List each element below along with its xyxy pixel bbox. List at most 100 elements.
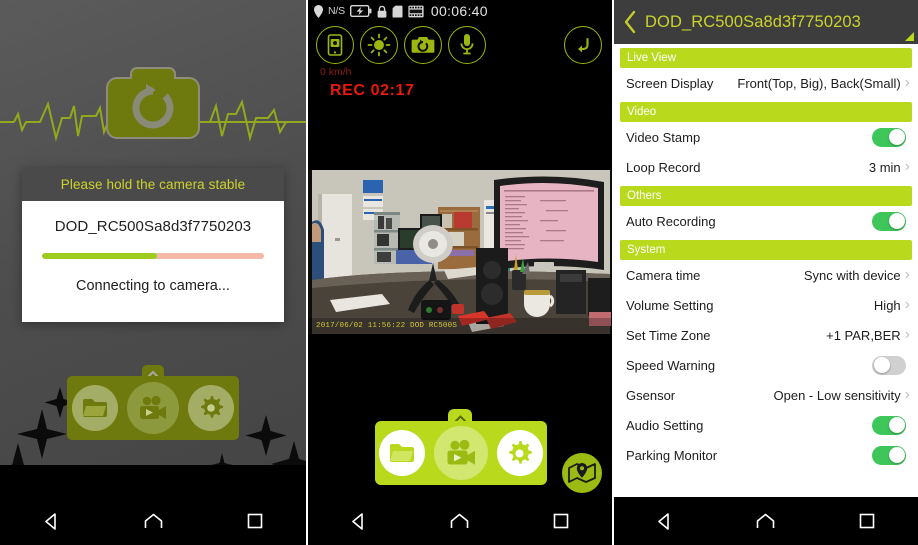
nav-back-button[interactable] bbox=[28, 497, 74, 545]
settings-list[interactable]: Live View Screen Display Front(Top, Big), … bbox=[614, 44, 918, 497]
settings-row-value: Front(Top, Big), Back(Small) bbox=[737, 75, 901, 91]
settings-row[interactable]: Speed Warning bbox=[614, 350, 918, 380]
settings-button[interactable] bbox=[188, 385, 235, 431]
settings-row-label: Parking Monitor bbox=[626, 447, 718, 463]
gps-map-button[interactable] bbox=[562, 453, 602, 493]
chevron-right-icon: › bbox=[904, 296, 910, 313]
brightness-button[interactable] bbox=[360, 26, 398, 64]
folder-icon bbox=[390, 444, 415, 462]
chevron-right-icon: › bbox=[904, 386, 910, 403]
settings-row-value: Open - Low sensitivity bbox=[773, 387, 901, 403]
video-timestamp-overlay: 2017/06/02 11:56:22 DOD RC500S bbox=[316, 322, 458, 330]
film-strip-icon bbox=[408, 5, 424, 17]
switch-camera-button[interactable] bbox=[404, 26, 442, 64]
settings-row[interactable]: Camera time Sync with device › bbox=[614, 260, 918, 290]
settings-button[interactable] bbox=[496, 430, 543, 476]
gps-status-label: N/S bbox=[328, 5, 345, 17]
settings-row[interactable]: Gsensor Open - Low sensitivity › bbox=[614, 380, 918, 410]
chevron-right-icon: › bbox=[904, 266, 910, 283]
lock-icon bbox=[377, 5, 387, 18]
settings-row[interactable]: Screen Display Front(Top, Big), Back(Smal… bbox=[614, 68, 918, 98]
video-preview[interactable]: 2017/06/02 11:56:22 DOD RC500S bbox=[308, 152, 612, 334]
settings-row-label: Loop Record bbox=[626, 159, 701, 175]
panel-connecting: Please hold the camera stable DOD_RC500S… bbox=[0, 0, 306, 545]
settings-toggle[interactable] bbox=[872, 127, 906, 147]
square-recents-icon bbox=[860, 513, 875, 529]
live-view-button[interactable] bbox=[433, 426, 488, 480]
android-navbar bbox=[0, 497, 306, 545]
toggle-knob bbox=[888, 129, 905, 145]
connecting-dialog: Please hold the camera stable DOD_RC500S… bbox=[22, 168, 284, 322]
triangle-back-icon bbox=[44, 512, 56, 530]
live-view-button[interactable] bbox=[126, 382, 179, 434]
save-to-phone-button[interactable] bbox=[316, 26, 354, 64]
settings-row[interactable]: Parking Monitor bbox=[614, 440, 918, 470]
settings-toggle[interactable] bbox=[872, 445, 906, 465]
toggle-knob bbox=[888, 447, 905, 463]
settings-toggle[interactable] bbox=[872, 415, 906, 435]
toggle-knob bbox=[873, 357, 890, 373]
connect-status-text: Connecting to camera... bbox=[76, 278, 230, 294]
nav-recents-button[interactable] bbox=[232, 497, 278, 545]
phone-snapshot-icon bbox=[327, 34, 343, 56]
camera-control-row bbox=[316, 26, 486, 64]
brightness-sun-icon bbox=[367, 33, 391, 57]
settings-row-label: Video Stamp bbox=[626, 129, 701, 145]
settings-section-header: Live View bbox=[620, 48, 912, 68]
home-icon bbox=[451, 513, 469, 528]
bottom-black-strip bbox=[0, 465, 306, 497]
dialog-body: DOD_RC500Sa8d3f7750203 Connecting to cam… bbox=[22, 201, 284, 322]
microphone-button[interactable] bbox=[448, 26, 486, 64]
settings-row[interactable]: Auto Recording bbox=[614, 206, 918, 236]
settings-row-value: 3 min bbox=[868, 159, 901, 175]
settings-row-label: Auto Recording bbox=[626, 213, 716, 229]
nav-home-button[interactable] bbox=[743, 497, 789, 545]
gear-icon bbox=[201, 396, 224, 418]
settings-row-value: Sync with device bbox=[803, 267, 901, 283]
settings-row[interactable]: Audio Setting bbox=[614, 410, 918, 440]
settings-header: DOD_RC500Sa8d3f7750203 bbox=[614, 0, 918, 44]
return-button[interactable] bbox=[564, 26, 602, 64]
chevron-left-icon[interactable] bbox=[623, 10, 638, 34]
triangle-back-icon bbox=[658, 512, 669, 530]
chevron-right-icon: › bbox=[904, 326, 910, 343]
nav-recents-button[interactable] bbox=[538, 497, 584, 545]
settings-row[interactable]: Set Time Zone +1 PAR,BER › bbox=[614, 320, 918, 350]
settings-row[interactable]: Loop Record 3 min › bbox=[614, 152, 918, 182]
bottom-bar bbox=[67, 376, 239, 440]
recording-clock: 00:06:40 bbox=[430, 3, 488, 19]
settings-toggle[interactable] bbox=[872, 211, 906, 231]
nav-back-button[interactable] bbox=[642, 497, 688, 545]
square-recents-icon bbox=[247, 513, 263, 529]
settings-section-header: Video bbox=[620, 102, 912, 122]
chevron-right-icon: › bbox=[904, 158, 910, 175]
triangle-back-icon bbox=[352, 512, 363, 530]
nav-back-button[interactable] bbox=[336, 497, 382, 545]
speed-readout: 0 km/h bbox=[320, 66, 352, 78]
nav-recents-button[interactable] bbox=[844, 497, 890, 545]
location-pin-icon bbox=[314, 4, 323, 18]
nav-home-button[interactable] bbox=[130, 497, 176, 545]
video-frame-image bbox=[308, 152, 612, 334]
settings-toggle[interactable] bbox=[872, 355, 906, 375]
resize-corner-icon bbox=[905, 32, 914, 41]
file-browser-button[interactable] bbox=[379, 430, 426, 476]
home-icon bbox=[144, 513, 162, 528]
settings-row-label: Speed Warning bbox=[626, 357, 716, 373]
return-arrow-icon bbox=[578, 37, 589, 53]
settings-row-value: +1 PAR,BER bbox=[826, 327, 901, 343]
toggle-knob bbox=[888, 417, 905, 433]
settings-section-header: System bbox=[620, 240, 912, 260]
page-title: DOD_RC500Sa8d3f7750203 bbox=[645, 12, 861, 31]
settings-row[interactable]: Volume Setting High › bbox=[614, 290, 918, 320]
settings-row-value: High bbox=[873, 297, 901, 313]
settings-row-label: Audio Setting bbox=[626, 417, 704, 433]
settings-row[interactable]: Video Stamp bbox=[614, 122, 918, 152]
settings-row-label: Gsensor bbox=[626, 387, 676, 403]
map-pin-icon bbox=[568, 463, 596, 483]
microphone-icon bbox=[460, 34, 474, 55]
camera-sync-icon bbox=[106, 67, 200, 139]
nav-home-button[interactable] bbox=[437, 497, 483, 545]
video-camera-icon bbox=[139, 395, 166, 419]
file-browser-button[interactable] bbox=[71, 385, 118, 431]
